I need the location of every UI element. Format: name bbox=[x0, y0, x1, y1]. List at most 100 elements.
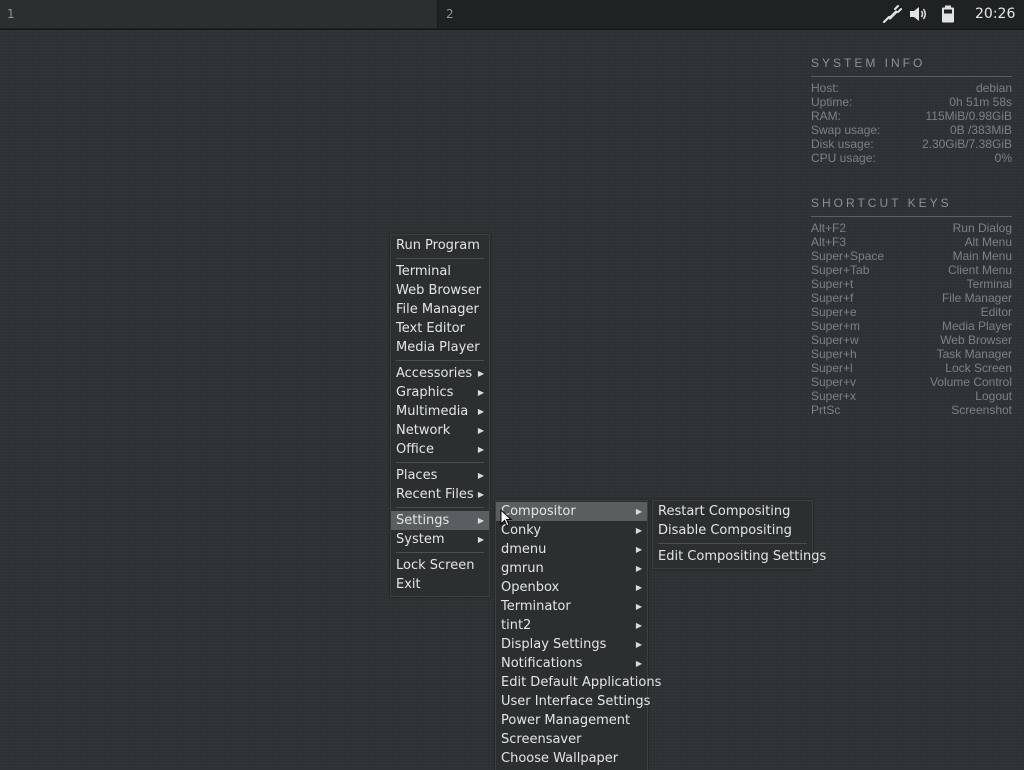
shortcut-value: Volume Control bbox=[929, 375, 1012, 389]
menu-item-media-player[interactable]: Media Player bbox=[391, 338, 489, 357]
menu-item-user-interface-settings[interactable]: User Interface Settings bbox=[496, 692, 650, 711]
menu-item-tint2[interactable]: tint2 ▶ bbox=[496, 616, 647, 635]
root-menu: Run Program Terminal Web Browser File Manag… bbox=[390, 234, 490, 597]
menu-item-openbox[interactable]: Openbox ▶ bbox=[496, 578, 647, 597]
shortcut-row: Super+x Logout bbox=[811, 389, 1012, 403]
menu-item-label: File Manager bbox=[396, 302, 479, 317]
shortcut-row: PrtSc Screenshot bbox=[811, 403, 1012, 417]
menu-item-conky[interactable]: Conky ▶ bbox=[496, 521, 647, 540]
menu-item-label: Exit bbox=[396, 577, 421, 592]
network-icon[interactable] bbox=[882, 5, 902, 23]
menu-item-label: Media Player bbox=[396, 340, 480, 355]
menu-item-label: Settings bbox=[396, 513, 450, 528]
menu-item-label: Places bbox=[396, 468, 438, 483]
menu-item-label: Recent Files bbox=[396, 487, 474, 502]
menu-item-accessories[interactable]: Accessories ▶ bbox=[391, 364, 489, 383]
shortcut-value: Media Player bbox=[941, 319, 1012, 333]
system-info-label: Disk usage: bbox=[811, 137, 874, 151]
menu-separator bbox=[396, 507, 484, 508]
battery-icon[interactable] bbox=[938, 5, 958, 23]
shortcut-keys-heading: SHORTCUT KEYS bbox=[811, 196, 1012, 217]
menu-item-screensaver[interactable]: Screensaver bbox=[496, 730, 647, 749]
menu-item-edit-default-applications[interactable]: Edit Default Applications bbox=[496, 673, 661, 692]
menu-item-label: Terminator bbox=[501, 599, 571, 614]
shortcut-row: Super+l Lock Screen bbox=[811, 361, 1012, 375]
menu-item-graphics[interactable]: Graphics ▶ bbox=[391, 383, 489, 402]
menu-item-label: Choose Wallpaper bbox=[501, 751, 619, 766]
submenu-arrow-icon: ▶ bbox=[477, 369, 484, 378]
submenu-arrow-icon: ▶ bbox=[635, 640, 642, 649]
shortcut-row: Super+h Task Manager bbox=[811, 347, 1012, 361]
menu-item-gmrun[interactable]: gmrun ▶ bbox=[496, 559, 647, 578]
menu-item-label: Network bbox=[396, 423, 451, 438]
shortcut-value: Run Dialog bbox=[952, 221, 1012, 235]
submenu-arrow-icon: ▶ bbox=[635, 659, 642, 668]
system-info-row: Uptime: 0h 51m 58s bbox=[811, 95, 1012, 109]
menu-item-file-manager[interactable]: File Manager bbox=[391, 300, 489, 319]
submenu-arrow-icon: ▶ bbox=[635, 583, 642, 592]
shortcut-row: Super+Tab Client Menu bbox=[811, 263, 1012, 277]
menu-item-label: tint2 bbox=[501, 618, 532, 633]
shortcut-label: Super+w bbox=[811, 333, 859, 347]
shortcut-value: Terminal bbox=[966, 277, 1012, 291]
shortcut-row: Alt+F3 Alt Menu bbox=[811, 235, 1012, 249]
menu-item-system[interactable]: System ▶ bbox=[391, 530, 489, 549]
menu-item-label: Terminal bbox=[396, 264, 451, 279]
clock[interactable]: 20:26 bbox=[975, 0, 1015, 28]
menu-item-network[interactable]: Network ▶ bbox=[391, 421, 489, 440]
shortcut-value: File Manager bbox=[941, 291, 1012, 305]
workspace-2-button[interactable]: 2 bbox=[439, 0, 859, 28]
menu-item-label: Power Management bbox=[501, 713, 631, 728]
menu-item-label: Edit Default Applications bbox=[501, 675, 662, 690]
menu-item-terminator[interactable]: Terminator ▶ bbox=[496, 597, 647, 616]
system-info-row: Host: debian bbox=[811, 81, 1012, 95]
volume-icon[interactable] bbox=[908, 5, 928, 23]
system-info-heading: SYSTEM INFO bbox=[811, 56, 1012, 77]
workspace-1-button[interactable]: 1 bbox=[0, 0, 438, 28]
menu-item-web-browser[interactable]: Web Browser bbox=[391, 281, 489, 300]
shortcut-label: Super+x bbox=[811, 389, 857, 403]
menu-item-choose-wallpaper[interactable]: Choose Wallpaper bbox=[496, 749, 647, 768]
menu-item-label: Accessories bbox=[396, 366, 473, 381]
menu-item-lock-screen[interactable]: Lock Screen bbox=[391, 556, 489, 575]
menu-item-label: Run Program bbox=[396, 238, 480, 253]
shortcut-label: PrtSc bbox=[811, 403, 841, 417]
settings-submenu: Compositor ▶ Conky ▶ dmenu ▶ gmrun ▶ Openbox ▶ Ter… bbox=[495, 500, 661, 770]
shortcut-value: Main Menu bbox=[952, 249, 1012, 263]
menu-item-terminal[interactable]: Terminal bbox=[391, 262, 489, 281]
menu-item-multimedia[interactable]: Multimedia ▶ bbox=[391, 402, 489, 421]
menu-separator bbox=[396, 360, 484, 361]
menu-item-exit[interactable]: Exit bbox=[391, 575, 489, 594]
system-info-value: 0B /383MiB bbox=[949, 123, 1012, 137]
shortcut-row: Super+v Volume Control bbox=[811, 375, 1012, 389]
system-info-row: CPU usage: 0% bbox=[811, 151, 1012, 165]
menu-item-edit-compositing-settings[interactable]: Edit Compositing Settings bbox=[653, 547, 826, 566]
menu-item-recent-files[interactable]: Recent Files ▶ bbox=[391, 485, 489, 504]
system-info-value: 0h 51m 58s bbox=[949, 95, 1012, 109]
shortcut-row: Super+f File Manager bbox=[811, 291, 1012, 305]
system-info-row: Swap usage: 0B /383MiB bbox=[811, 123, 1012, 137]
menu-item-run-program[interactable]: Run Program bbox=[391, 236, 489, 255]
menu-item-power-management[interactable]: Power Management bbox=[496, 711, 647, 730]
menu-item-label: Multimedia bbox=[396, 404, 469, 419]
menu-item-places[interactable]: Places ▶ bbox=[391, 466, 489, 485]
menu-item-display-settings[interactable]: Display Settings ▶ bbox=[496, 635, 647, 654]
menu-item-disable-compositing[interactable]: Disable Compositing bbox=[653, 521, 812, 540]
system-info-row: RAM: 115MiB/0.98GiB bbox=[811, 109, 1012, 123]
shortcut-label: Super+t bbox=[811, 277, 854, 291]
shortcut-value: Editor bbox=[980, 305, 1012, 319]
submenu-arrow-icon: ▶ bbox=[477, 490, 484, 499]
system-info-value: 115MiB/0.98GiB bbox=[925, 109, 1013, 123]
shortcut-label: Super+h bbox=[811, 347, 857, 361]
menu-item-text-editor[interactable]: Text Editor bbox=[391, 319, 489, 338]
menu-separator bbox=[396, 258, 484, 259]
shortcut-row: Super+e Editor bbox=[811, 305, 1012, 319]
menu-item-restart-compositing[interactable]: Restart Compositing bbox=[653, 502, 812, 521]
menu-item-office[interactable]: Office ▶ bbox=[391, 440, 489, 459]
menu-item-label: dmenu bbox=[501, 542, 547, 557]
menu-item-notifications[interactable]: Notifications ▶ bbox=[496, 654, 647, 673]
menu-item-dmenu[interactable]: dmenu ▶ bbox=[496, 540, 647, 559]
menu-item-label: Openbox bbox=[501, 580, 560, 595]
menu-item-settings[interactable]: Settings ▶ bbox=[391, 511, 489, 530]
menu-item-compositor[interactable]: Compositor ▶ bbox=[496, 502, 647, 521]
